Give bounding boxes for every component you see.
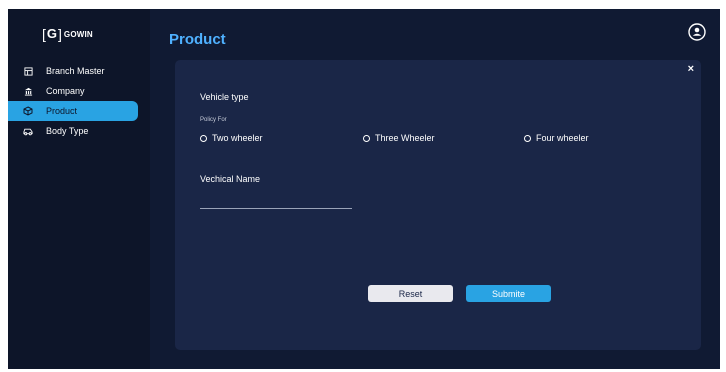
car-icon [23, 126, 33, 136]
sidebar-item-label: Company [46, 86, 85, 96]
radio-circle-icon [363, 134, 370, 142]
sidebar: [ G ] GOWIN Branch Master Company Produc… [8, 9, 150, 369]
page-title: Product [169, 31, 226, 48]
policy-for-label: Policy For [200, 117, 227, 123]
brand-logo: [ G ] GOWIN [42, 26, 93, 42]
logo-bracket-close: ] [58, 26, 62, 42]
radio-circle-icon [524, 134, 531, 142]
app-window: [ G ] GOWIN Branch Master Company Produc… [8, 9, 720, 369]
radio-two-wheeler[interactable]: Two wheeler [200, 133, 263, 143]
sidebar-item-body-type[interactable]: Body Type [8, 121, 150, 141]
sidebar-item-company[interactable]: Company [8, 81, 150, 101]
sidebar-item-label: Body Type [46, 126, 89, 136]
user-icon[interactable] [688, 23, 706, 41]
logo-bracket-open: [ [42, 26, 46, 42]
radio-label: Three Wheeler [375, 133, 435, 143]
vehicle-name-label: Vechical Name [200, 174, 261, 184]
logo-mark: [ G ] [42, 26, 62, 42]
sidebar-item-product[interactable]: Product [8, 101, 138, 121]
radio-three-wheeler[interactable]: Three Wheeler [363, 133, 435, 143]
radio-label: Two wheeler [212, 133, 263, 143]
product-form-card: × Vehicle type Policy For Two wheeler Th… [175, 60, 701, 350]
sidebar-item-branch-master[interactable]: Branch Master [8, 61, 150, 81]
radio-four-wheeler[interactable]: Four wheeler [524, 133, 589, 143]
sidebar-nav: Branch Master Company Product Body Type [8, 61, 150, 141]
close-icon[interactable]: × [688, 63, 694, 75]
logo-letter: G [46, 26, 58, 41]
sidebar-item-label: Product [46, 106, 78, 116]
brand-name: GOWIN [63, 29, 93, 39]
vehicle-name-input[interactable] [200, 194, 352, 209]
main-content: Product × Vehicle type Policy For Two wh… [150, 9, 720, 369]
vehicle-type-heading: Vehicle type [200, 92, 249, 102]
radio-circle-icon [200, 134, 207, 142]
sidebar-item-label: Branch Master [46, 66, 105, 76]
box-icon [23, 106, 33, 116]
radio-label: Four wheeler [536, 133, 589, 143]
reset-button[interactable]: Reset [368, 285, 453, 302]
building-icon [23, 86, 33, 96]
branch-icon [23, 66, 33, 76]
submit-button[interactable]: Submite [466, 285, 551, 302]
